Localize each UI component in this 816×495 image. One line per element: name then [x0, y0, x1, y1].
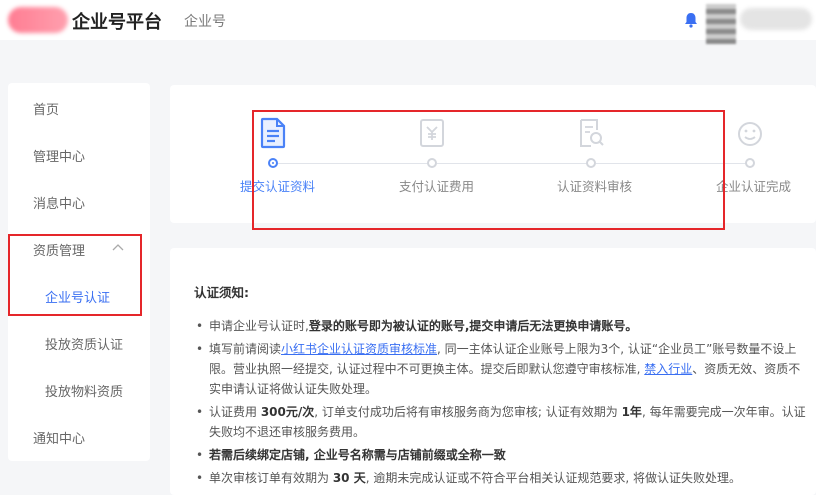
audit-standard-link[interactable]: 小红书企业认证资质审核标准 — [281, 342, 437, 356]
platform-title: 企业号平台 — [72, 12, 162, 33]
sidebar-item-label: 投放物料资质 — [45, 385, 124, 400]
step-dot — [745, 158, 755, 168]
list-item: 填写前请阅读小红书企业认证资质审核标准, 同一主体认证企业账号上限为3个, 认证… — [196, 339, 810, 399]
notice-title: 认证须知: — [194, 285, 249, 300]
list-item: 单次审核订单有效期为 30 天, 逾期未完成认证或不符合平台相关认证规范要求, … — [196, 468, 810, 488]
avatar[interactable] — [706, 4, 736, 44]
sidebar-item-label: 管理中心 — [33, 150, 86, 165]
logo[interactable] — [8, 7, 68, 33]
list-item: 若需后续绑定店铺, 企业号名称需与店铺前缀或全称一致 — [196, 445, 810, 465]
sidebar-item-notifications[interactable]: 通知中心 — [8, 417, 150, 457]
step-label-complete: 企业认证完成 — [716, 179, 792, 194]
bell-icon[interactable] — [684, 12, 698, 28]
sidebar-item-label: 投放资质认证 — [45, 338, 124, 353]
banned-industry-link[interactable]: 禁入行业 — [644, 362, 692, 376]
notice-list: 申请企业号认证时,登录的账号即为被认证的账号,提交申请后无法更换申请账号。 填写… — [196, 316, 810, 491]
username-blurred[interactable] — [740, 8, 812, 30]
list-item: 申请企业号认证时,登录的账号即为被认证的账号,提交申请后无法更换申请账号。 — [196, 316, 810, 336]
sidebar-item-messages[interactable]: 消息中心 — [8, 182, 150, 222]
sidebar-item-label: 首页 — [33, 103, 60, 118]
highlight-box-steps — [252, 110, 725, 230]
smile-icon — [738, 122, 762, 146]
account-type-label: 企业号 — [184, 14, 226, 30]
sidebar-item-label: 通知中心 — [33, 432, 86, 447]
list-item: 认证费用 300元/次, 订单支付成功后将有审核服务商为您审核; 认证有效期为 … — [196, 402, 810, 442]
sidebar-item-ad-qualification[interactable]: 投放资质认证 — [8, 323, 150, 363]
sidebar-item-ad-materials[interactable]: 投放物料资质 — [8, 370, 150, 410]
highlight-box-sidebar — [8, 234, 142, 316]
sidebar-item-label: 消息中心 — [33, 197, 86, 212]
sidebar-item-home[interactable]: 首页 — [8, 88, 150, 128]
sidebar-item-management[interactable]: 管理中心 — [8, 135, 150, 175]
top-header: 企业号平台 企业号 — [0, 0, 816, 44]
